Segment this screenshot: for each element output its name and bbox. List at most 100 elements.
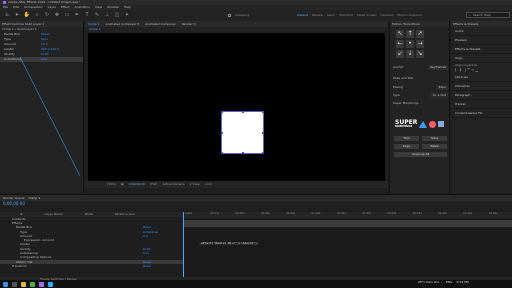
- tab-render-queue[interactable]: Render Queue: [3, 196, 25, 200]
- stamp-tool-icon[interactable]: ⊥: [104, 13, 110, 19]
- weather-text[interactable]: 28°C Rain sho...: [418, 281, 442, 284]
- transform-handle[interactable]: [262, 152, 264, 154]
- panel-preview[interactable]: Preview: [451, 36, 512, 45]
- property-value[interactable]: Rotational: [143, 230, 183, 234]
- arrow-up-button[interactable]: ↑: [406, 30, 414, 38]
- snapping-checkbox[interactable]: [228, 14, 231, 17]
- language-indicator[interactable]: ENG: [446, 281, 452, 284]
- transform-handle[interactable]: [242, 152, 244, 154]
- motion-setting-row[interactable]: Super Morphings: [390, 101, 451, 106]
- transform-handle[interactable]: [221, 152, 223, 154]
- time-ruler[interactable]: 0:00s 00:15s 00:30s 00:45s 01:00s 01:15s 01:30…: [183, 212, 512, 218]
- motion-tools-tab[interactable]: Motion Tools Move: [390, 21, 449, 27]
- trim-button[interactable]: Trim: [394, 136, 419, 141]
- timeline-timecode[interactable]: 0;00;00;00: [3, 202, 25, 206]
- arrow-up-right-button[interactable]: ↗: [416, 30, 424, 38]
- panel-effects-presets[interactable]: Effects & Presets: [451, 45, 512, 54]
- property-value[interactable]: 0.0: [143, 234, 183, 238]
- align-center-icon[interactable]: ┃: [459, 68, 461, 72]
- transform-handle[interactable]: [262, 132, 264, 134]
- arrow-up-left-button[interactable]: ↖: [396, 30, 404, 38]
- align-bottom-icon[interactable]: ▁: [476, 68, 478, 72]
- windows-start-icon[interactable]: [3, 281, 8, 287]
- pen-tool-icon[interactable]: ✒: [74, 13, 80, 19]
- zoom-tool-icon[interactable]: ⌕: [34, 13, 40, 19]
- arrow-left-button[interactable]: ←: [396, 40, 404, 48]
- tab-animated-composer-3[interactable]: Animated Composer 3: [106, 22, 140, 26]
- align-left-icon[interactable]: ▏: [455, 68, 457, 72]
- setting-value[interactable]: In + Out: [431, 93, 448, 98]
- menu-window[interactable]: Window: [107, 6, 119, 9]
- menu-animation[interactable]: Animation: [75, 6, 90, 9]
- arrow-down-left-button[interactable]: ↙: [396, 50, 404, 58]
- center-button[interactable]: •: [406, 40, 414, 48]
- composition-breadcrumb-label[interactable]: Comp 1: [89, 28, 101, 31]
- type-tool-icon[interactable]: T: [84, 13, 90, 19]
- align-middle-icon[interactable]: ━: [472, 68, 474, 72]
- transform-handle[interactable]: [242, 111, 244, 113]
- tab-comp-1-timeline[interactable]: Comp 1: [29, 196, 41, 200]
- menu-file[interactable]: File: [3, 6, 8, 9]
- workspace-motion-graphics[interactable]: Motion Graphics: [397, 14, 421, 17]
- menu-edit[interactable]: Edit: [13, 6, 19, 9]
- solid-layer[interactable]: [221, 111, 264, 154]
- photoshop-icon[interactable]: [48, 281, 53, 287]
- arrow-down-button[interactable]: ↓: [406, 50, 414, 58]
- arrow-down-right-button[interactable]: ↘: [416, 50, 424, 58]
- panel-audio[interactable]: Audio: [451, 27, 512, 36]
- setting-value[interactable]: Keyframes: [428, 65, 448, 70]
- composition-canvas[interactable]: [88, 33, 385, 188]
- motion-setting-row[interactable]: Anchor Keyframes: [390, 65, 451, 70]
- active-camera[interactable]: Active Camera: [163, 183, 185, 186]
- paste-button[interactable]: Paste: [422, 144, 447, 149]
- property-value[interactable]: Reset: [143, 264, 183, 268]
- pan-tool-icon[interactable]: ✥: [54, 13, 60, 19]
- view-layout[interactable]: 1 View: [190, 183, 200, 186]
- file-explorer-icon[interactable]: [21, 281, 26, 287]
- after-effects-icon[interactable]: [39, 281, 44, 287]
- arrow-right-button[interactable]: →: [416, 40, 424, 48]
- layer-property-row[interactable]: Transform Reset: [0, 264, 183, 268]
- orbit-tool-icon[interactable]: ↻: [44, 13, 50, 19]
- zoom-level[interactable]: (50%): [107, 183, 116, 186]
- setting-value[interactable]: Expo: [436, 85, 448, 90]
- camera-icon[interactable]: ◉: [121, 183, 124, 186]
- motion-setting-row[interactable]: Ease and Wiz: [390, 76, 451, 81]
- expression-text[interactable]: effect("Radial Blur")("Amount"): [199, 242, 259, 245]
- exposure[interactable]: +0.0: [205, 183, 212, 186]
- browser-icon[interactable]: [30, 281, 35, 287]
- menu-effect[interactable]: Effect: [61, 6, 70, 9]
- selection-tool-icon[interactable]: ➤: [14, 13, 20, 19]
- ungroup-all-button[interactable]: Ungroup All: [394, 152, 447, 157]
- menu-layer[interactable]: Layer: [48, 6, 56, 9]
- eraser-tool-icon[interactable]: ◫: [114, 13, 120, 19]
- menu-view[interactable]: View: [95, 6, 102, 9]
- motion-setting-row[interactable]: Type In + Out: [390, 93, 451, 98]
- workspace-review[interactable]: Review: [312, 14, 323, 17]
- rectangle-tool-icon[interactable]: ▭: [64, 13, 70, 19]
- tab-comp-1[interactable]: Comp 1: [88, 22, 100, 26]
- property-value[interactable]: Draft: [143, 247, 183, 251]
- workspace-learn[interactable]: Learn: [327, 14, 335, 17]
- panel-character[interactable]: Character: [451, 82, 512, 91]
- workspace-libraries[interactable]: Libraries: [380, 14, 393, 17]
- panel-libraries[interactable]: Libraries: [451, 73, 512, 82]
- panel-align[interactable]: Align: [451, 54, 512, 63]
- hand-tool-icon[interactable]: ✋: [24, 13, 30, 19]
- panel-paragraph[interactable]: Paragraph: [451, 91, 512, 100]
- panel-content-aware-fill[interactable]: Content-Aware Fill: [451, 109, 512, 118]
- brush-tool-icon[interactable]: ✎: [94, 13, 100, 19]
- search-taskbar-icon[interactable]: [12, 281, 17, 287]
- tab-animated-composer[interactable]: Animated Composer: [145, 22, 176, 26]
- menu-help[interactable]: Help: [124, 6, 131, 9]
- align-top-icon[interactable]: ▔: [467, 68, 469, 72]
- align-right-icon[interactable]: ▕: [463, 68, 465, 72]
- timeline-tracks[interactable]: 0:00s 00:15s 00:30s 00:45s 01:00s 01:15s 01:30…: [183, 212, 512, 277]
- resolution[interactable]: (Full): [150, 183, 157, 186]
- transform-handle[interactable]: [221, 132, 223, 134]
- layer-duration-bar[interactable]: [183, 220, 512, 227]
- puppet-tool-icon[interactable]: ✦: [124, 13, 130, 19]
- home-icon[interactable]: ⌂: [4, 13, 10, 19]
- current-time[interactable]: 0;00;00;00: [129, 183, 145, 186]
- menu-composition[interactable]: Composition: [24, 6, 43, 9]
